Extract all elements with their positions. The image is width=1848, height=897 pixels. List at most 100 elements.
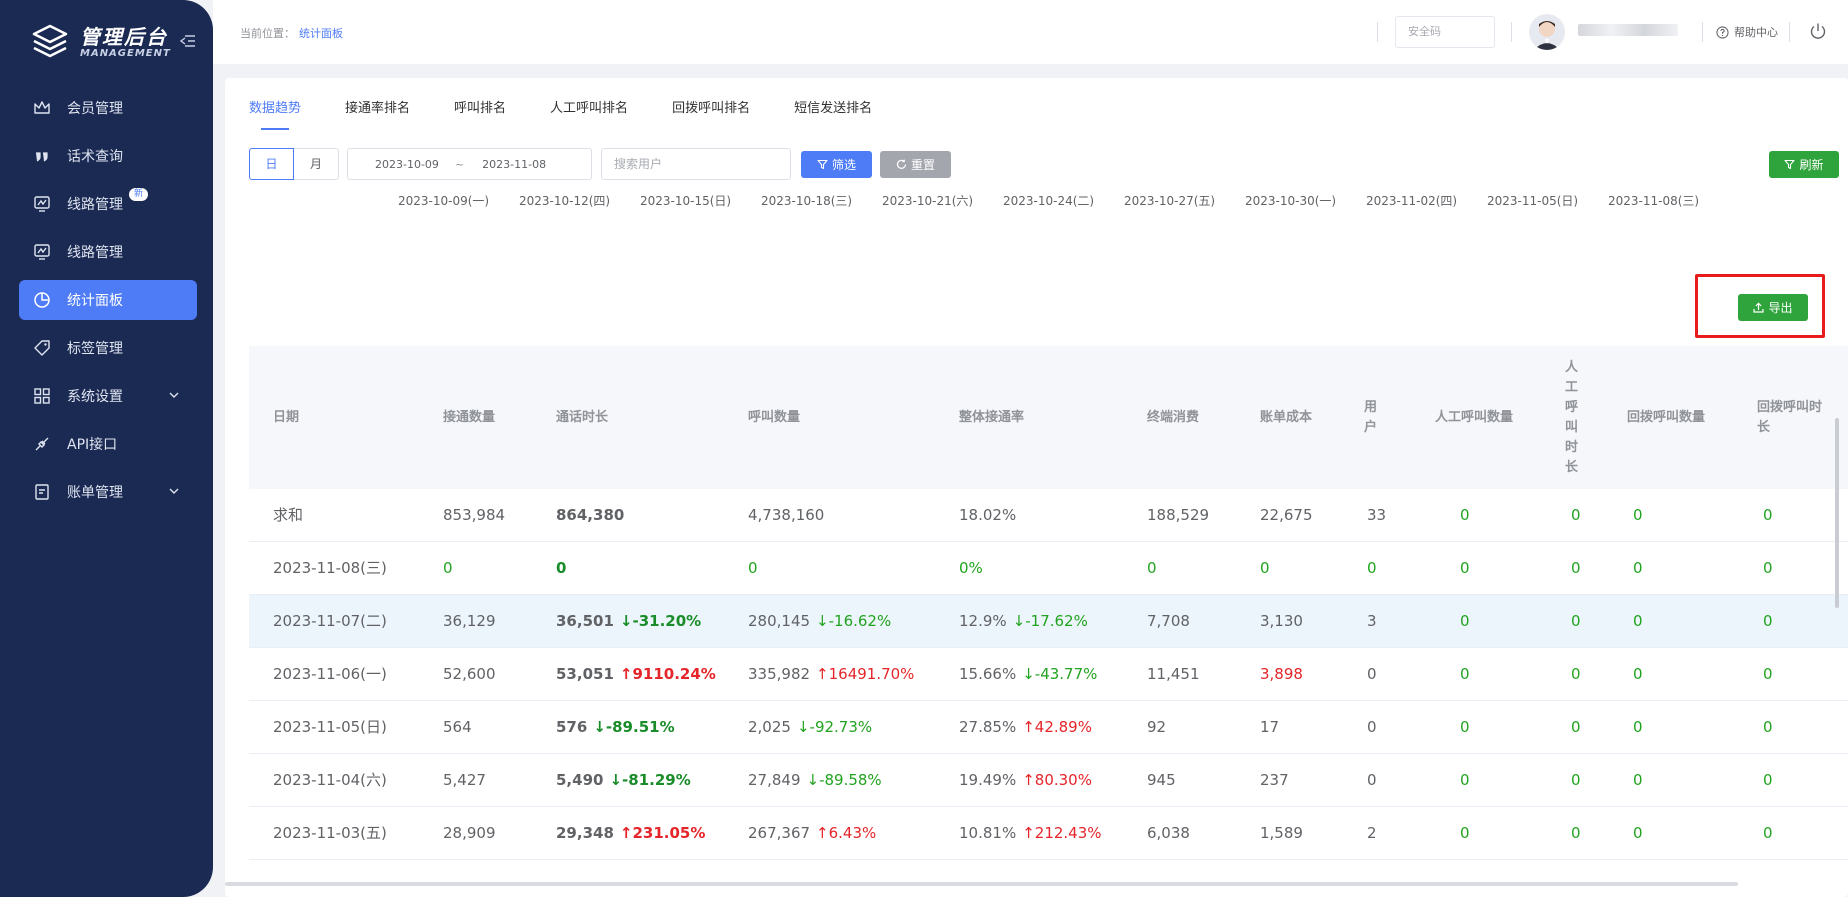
export-button[interactable]: 导出	[1738, 294, 1808, 321]
cell-calls: 335,982 ↑16491.70%	[748, 648, 914, 701]
cell-terminal-value: 6,038	[1147, 824, 1190, 842]
col-header-calls: 呼叫数量	[748, 409, 801, 425]
cell-users: 0	[1367, 542, 1377, 595]
cell-users: 0	[1367, 754, 1377, 807]
cell-rate-value: 18.02%	[959, 506, 1017, 524]
cell-manual-calls: 0	[1460, 807, 1470, 860]
sidebar-item-tags[interactable]: 标签管理	[19, 328, 197, 368]
table-row[interactable]: 2023-11-08(三) 0 0 0 0% 0 0 0 0 0 0 0	[249, 542, 1848, 595]
table-row[interactable]: 2023-11-03(五) 28,909 29,348 ↑231.05% 267,367…	[249, 807, 1848, 860]
col-header-manual-duration: 人工呼叫时长	[1565, 359, 1579, 475]
avatar[interactable]	[1529, 14, 1565, 50]
cell-rate-value: 15.66%	[959, 665, 1017, 683]
sidebar-item-stats[interactable]: 统计面板	[19, 280, 197, 320]
refresh-icon	[896, 159, 907, 169]
sidebar-item-label: API接口	[67, 437, 118, 453]
tab-connect-rate-rank[interactable]: 接通率排名	[345, 98, 410, 130]
change-percent: -81.29%	[622, 771, 691, 789]
security-code-input[interactable]: 安全码	[1395, 16, 1495, 48]
filter-button[interactable]: 筛选	[801, 151, 872, 178]
cell-duration: 0	[556, 542, 566, 595]
cell-duration-value: 576	[556, 718, 588, 736]
cell-duration: 29,348 ↑231.05%	[556, 807, 705, 860]
quote-icon	[36, 152, 48, 162]
search-user-input[interactable]: 搜索用户	[601, 148, 791, 180]
sidebar-item-settings[interactable]: 系统设置	[19, 376, 197, 416]
sidebar-item-script[interactable]: 话术查询	[19, 136, 197, 176]
sidebar-item-bill[interactable]: 账单管理	[19, 472, 197, 512]
tab-data-trend[interactable]: 数据趋势	[249, 98, 301, 130]
cell-connected: 853,984	[443, 489, 505, 542]
month-button[interactable]: 月	[294, 148, 339, 180]
cell-cost: 3,130	[1260, 595, 1303, 648]
cell-connected-value: 5,427	[443, 771, 486, 789]
cell-terminal-value: 0	[1147, 559, 1157, 577]
cell-calls: 280,145 ↓-16.62%	[748, 595, 891, 648]
help-center-link[interactable]: 帮助中心	[1716, 24, 1778, 40]
date-range-picker[interactable]: 2023-10-09 ~ 2023-11-08	[347, 148, 592, 180]
cell-connected: 28,909	[443, 807, 496, 860]
col-header-callback-calls: 回拨呼叫数量	[1627, 409, 1706, 425]
cell-callback-duration: 0	[1763, 595, 1773, 648]
cell-manual-calls: 0	[1460, 754, 1470, 807]
cell-callback-duration-value: 0	[1763, 612, 1773, 630]
sidebar-item-line-new[interactable]: 线路管理 新	[19, 184, 197, 224]
export-highlight-frame: 导出	[1695, 274, 1825, 338]
day-button[interactable]: 日	[249, 148, 294, 180]
cell-rate-value: 12.9%	[959, 612, 1007, 630]
cell-rate: 10.81% ↑212.43%	[959, 807, 1102, 860]
tab-sms-rank[interactable]: 短信发送排名	[794, 98, 872, 130]
cell-callback-calls-value: 0	[1633, 665, 1643, 683]
table-row[interactable]: 2023-11-06(一) 52,600 53,051 ↑9110.24% 335,98…	[249, 648, 1848, 701]
cell-duration: 864,380	[556, 489, 624, 542]
cell-connected: 564	[443, 701, 472, 754]
bill-icon	[35, 484, 49, 500]
cell-manual-duration-value: 0	[1571, 718, 1581, 736]
reset-button[interactable]: 重置	[880, 151, 951, 178]
change-up: ↑80.30%	[1022, 754, 1092, 807]
cell-callback-duration-value: 0	[1763, 718, 1773, 736]
horizontal-scrollbar[interactable]	[225, 882, 1738, 886]
arrow-up-icon: ↑	[1022, 824, 1035, 842]
refresh-button[interactable]: 刷新	[1769, 151, 1839, 178]
cell-date-value: 2023-11-03(五)	[273, 824, 387, 842]
table-row[interactable]: 2023-11-05(日) 564 576 ↓-89.51% 2,025 ↓-92.73%…	[249, 701, 1848, 754]
breadcrumb-prefix: 当前位置：	[240, 27, 295, 40]
change-up: ↑6.43%	[816, 807, 876, 860]
cell-calls: 2,025 ↓-92.73%	[748, 701, 872, 754]
sidebar-item-member[interactable]: 会员管理	[19, 88, 197, 128]
sidebar-item-api[interactable]: API接口	[19, 424, 197, 464]
change-up: ↑16491.70%	[816, 648, 914, 701]
x-tick-label: 2023-10-21(六)	[882, 194, 974, 208]
cell-callback-calls-value: 0	[1633, 718, 1643, 736]
table-row[interactable]: 2023-11-04(六) 5,427 5,490 ↓-81.29% 27,849 ↓-8…	[249, 754, 1848, 807]
date-separator: ~	[454, 157, 465, 171]
cell-users-value: 0	[1367, 665, 1377, 683]
cell-connected: 5,427	[443, 754, 486, 807]
table-body: 求和 853,984 864,380 4,738,160 18.02% 188,529 22…	[249, 489, 1848, 860]
menu-collapse-icon[interactable]	[180, 34, 196, 48]
x-tick-label: 2023-10-27(五)	[1124, 194, 1216, 208]
power-icon[interactable]	[1809, 22, 1827, 40]
sidebar-item-line[interactable]: 线路管理	[19, 232, 197, 272]
table-row[interactable]: 2023-11-07(二) 36,129 36,501 ↓-31.20% 280,145…	[249, 595, 1848, 648]
cell-users: 3	[1367, 595, 1377, 648]
cell-connected: 52,600	[443, 648, 496, 701]
cell-callback-calls: 0	[1633, 807, 1643, 860]
cell-rate-value: 27.85%	[959, 718, 1017, 736]
breadcrumb-current[interactable]: 统计面板	[299, 27, 343, 40]
arrow-up-icon: ↑	[1022, 771, 1035, 789]
tab-manual-call-rank[interactable]: 人工呼叫排名	[550, 98, 628, 130]
table-row[interactable]: 求和 853,984 864,380 4,738,160 18.02% 188,529 22…	[249, 489, 1848, 542]
cell-duration: 576 ↓-89.51%	[556, 701, 675, 754]
cell-callback-duration: 0	[1763, 754, 1773, 807]
tab-callback-rank[interactable]: 回拨呼叫排名	[672, 98, 750, 130]
logo[interactable]: 管理后台 MANAGEMENT	[30, 22, 171, 62]
cell-connected-value: 0	[443, 559, 453, 577]
tab-call-rank[interactable]: 呼叫排名	[454, 98, 506, 130]
cell-manual-calls-value: 0	[1460, 665, 1470, 683]
x-tick-label: 2023-10-24(二)	[1003, 194, 1095, 208]
vertical-scrollbar[interactable]	[1835, 418, 1839, 608]
cell-manual-calls: 0	[1460, 648, 1470, 701]
date-start: 2023-10-09	[375, 157, 439, 171]
